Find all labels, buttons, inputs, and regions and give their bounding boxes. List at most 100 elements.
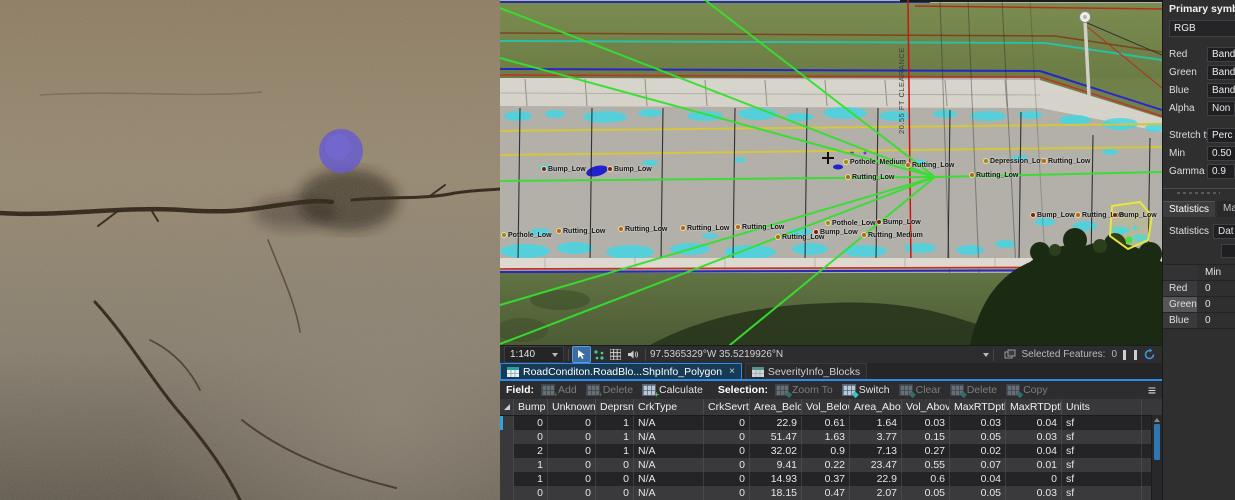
distress-label[interactable]: Rutting_Low [736,224,784,231]
distress-point-icon [970,173,974,177]
symbology-field-row: Blue Band [1169,81,1235,99]
distress-point-icon [862,233,866,237]
panel-splitter[interactable] [1163,191,1235,195]
map-status-bar: 1:140 97.5365329°W 35.5219926°N Selected… [500,345,1162,363]
column-header[interactable]: CrkSevrt [704,399,750,415]
distress-label[interactable]: Rutting_Low [681,225,729,232]
band-select[interactable]: Band [1207,83,1235,98]
row-handle[interactable] [500,458,514,472]
distress-point-icon [906,163,910,167]
tab-roadcondition-polygon[interactable]: RoadConditon.RoadBlo...ShpInfo_Polygon × [500,363,742,379]
tab-severityinfo-blocks[interactable]: SeverityInfo_Blocks [745,363,867,379]
audio-button[interactable] [624,347,641,362]
stats-row[interactable]: Blue 0 [1163,313,1235,329]
statistics-mask-tabs: Statistics Mask [1163,201,1235,217]
table-row[interactable]: 1 0 0 N/A 0 9.41 0.22 23.47 0.55 0.07 0.… [500,458,1162,472]
distress-label[interactable]: Pothole_Medium [844,159,906,166]
band-select[interactable]: Band [1207,47,1235,62]
distress-label[interactable]: Rutting_Medium [862,232,923,239]
row-handle[interactable] [500,430,514,444]
tab-statistics[interactable]: Statistics [1163,201,1215,217]
distress-label[interactable]: Bump_Low [1113,212,1157,219]
distress-label[interactable]: Bump_Low [542,166,586,173]
column-header[interactable]: Area_Above [850,399,902,415]
column-header[interactable]: Unknown [548,399,596,415]
distress-label[interactable]: Bump_Low [1031,212,1075,219]
band-select[interactable]: Non [1207,101,1235,116]
distress-label[interactable]: Bump_Low [877,219,921,226]
map-view[interactable]: 20.55 FT CLEARANCE [500,0,1162,345]
distress-label[interactable]: Pothole_Low [826,220,876,227]
sparkle-icon [593,349,605,361]
field-tool-button[interactable]: +Add [541,384,577,396]
row-handle[interactable] [500,444,514,458]
statistics-options-button[interactable] [1221,244,1235,258]
distress-label[interactable]: Rutting_Low [1042,158,1090,165]
column-header[interactable]: Deprsn [596,399,634,415]
tab-mask[interactable]: Mask [1217,201,1235,217]
stretch-field-row: Min 0.50 [1169,144,1235,162]
explore-tool-button[interactable] [590,347,607,362]
refresh-button[interactable] [1143,348,1156,361]
table-row[interactable]: 0 0 1 N/A 0 22.9 0.61 1.64 0.03 0.03 0.0… [500,416,1162,430]
statistics-source-select[interactable]: Dat [1213,224,1235,239]
table-row[interactable]: 0 0 0 N/A 0 18.15 0.47 2.07 0.05 0.05 0.… [500,486,1162,500]
pause-drawing-button[interactable] [1123,350,1137,360]
scale-selector[interactable]: 1:140 [504,346,564,363]
field-tool-button[interactable]: +Calculate [642,384,703,396]
selection-tool-button[interactable]: ◆Copy [1006,384,1048,396]
stretch-input[interactable]: 0.9 [1207,164,1235,179]
stretch-field-row: Stretch type Perc [1169,126,1235,144]
chevron-down-icon [552,353,558,357]
selection-tool-button[interactable]: ◆Delete [950,384,997,396]
field-tool-button[interactable]: +Delete [586,384,633,396]
column-header[interactable]: Vol_Above [902,399,950,415]
column-header[interactable]: Units [1062,399,1142,415]
distress-label[interactable]: Depression_Low [984,158,1046,165]
symbology-panel: Primary symbology RGB Red Band Green Ban… [1162,0,1235,500]
distress-point-icon [557,229,561,233]
grid-corner[interactable] [500,399,514,415]
row-handle[interactable] [500,416,514,430]
selection-tool-button[interactable]: ◆Zoom To [775,384,833,396]
symbology-field-row: Red Band [1169,45,1235,63]
selection-tool-button[interactable]: ◆Switch [842,384,890,396]
stretch-input[interactable]: Perc [1207,128,1235,143]
table-tool-icon: + [586,384,600,396]
pointer-coordinates: 97.5365329°W 35.5219926°N [650,349,783,360]
distress-label[interactable]: Rutting_Low [906,162,954,169]
selection-tool-button[interactable]: ◆Clear [899,384,941,396]
band-select[interactable]: Band [1207,65,1235,80]
distress-label[interactable]: Bump_Low [608,166,652,173]
band-mode-select[interactable]: RGB [1169,20,1235,37]
row-handle[interactable] [500,486,514,500]
cursor-plus-icon [576,349,587,360]
column-header[interactable]: CrkType [634,399,704,415]
grid-view-button[interactable] [607,347,624,362]
scroll-up-icon[interactable] [1154,418,1160,422]
column-header[interactable]: Area_Below [750,399,802,415]
distress-label[interactable]: Rutting_Low [619,226,667,233]
column-header[interactable]: MaxRTDpthL [950,399,1006,415]
column-header[interactable]: Vol_Below [802,399,850,415]
distress-label[interactable]: Rutting_Low [970,172,1018,179]
table-row[interactable]: 1 0 0 N/A 0 14.93 0.37 22.9 0.6 0.04 0 s… [500,472,1162,486]
column-header[interactable]: MaxRTDpthR [1006,399,1062,415]
distress-label[interactable]: Bump_Low [814,229,858,236]
table-scrollbar[interactable] [1151,415,1162,500]
stretch-input[interactable]: 0.50 [1207,146,1235,161]
table-row[interactable]: 0 0 1 N/A 0 51.47 1.63 3.77 0.15 0.05 0.… [500,430,1162,444]
distress-label[interactable]: Rutting_Low [557,228,605,235]
scrollbar-thumb[interactable] [1154,424,1160,460]
stats-row[interactable]: Green 0 [1163,297,1235,313]
menu-icon[interactable]: ≡ [1148,383,1156,397]
table-tool-icon: + [642,384,656,396]
distress-label[interactable]: Rutting_Low [846,174,894,181]
table-row[interactable]: 2 0 1 N/A 0 32.02 0.9 7.13 0.27 0.02 0.0… [500,444,1162,458]
distress-label[interactable]: Pothole_Low [502,232,552,239]
stats-row[interactable]: Red 0 [1163,281,1235,297]
close-icon[interactable]: × [729,367,735,377]
select-tool-button[interactable] [573,347,590,362]
row-handle[interactable] [500,472,514,486]
column-header[interactable]: Bump [514,399,548,415]
